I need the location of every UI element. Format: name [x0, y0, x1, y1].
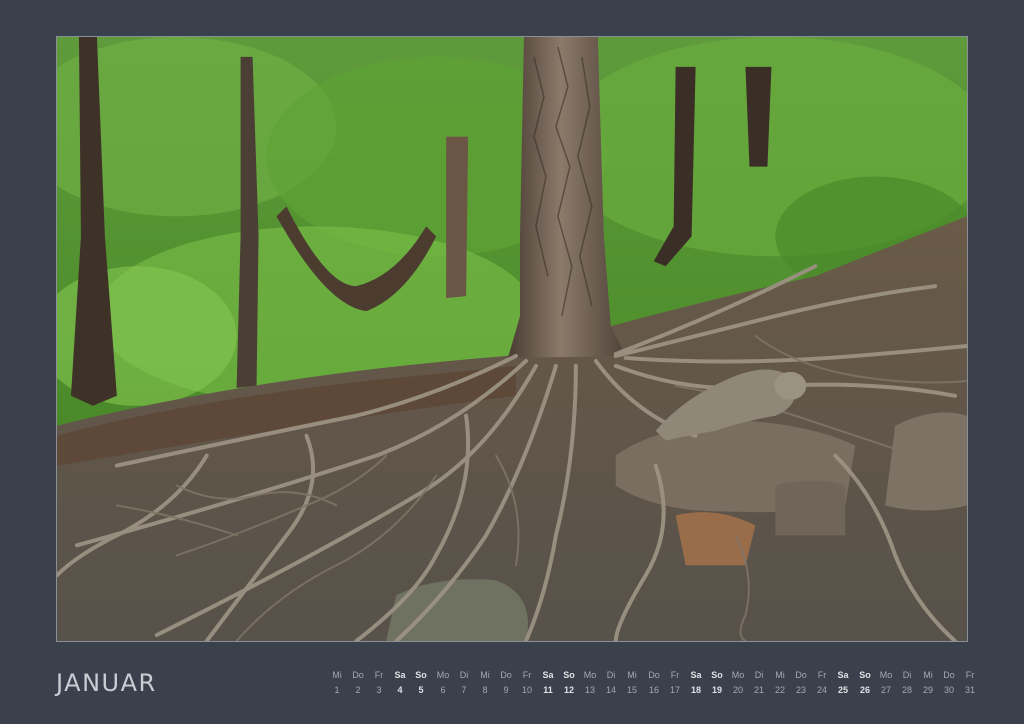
day-number: 28	[901, 685, 912, 695]
day-column: So 26	[855, 668, 875, 697]
day-column: Mo 6	[433, 668, 453, 697]
weekday-label: Mi	[480, 670, 490, 680]
day-column: So 12	[559, 668, 579, 697]
day-number: 30	[943, 685, 954, 695]
day-number: 6	[440, 685, 446, 695]
day-number: 3	[376, 685, 382, 695]
day-number: 19	[711, 685, 722, 695]
forest-roots-photo	[56, 36, 968, 642]
day-number: 18	[690, 685, 701, 695]
day-column: Fr 3	[369, 668, 389, 697]
day-number: 8	[482, 685, 488, 695]
weekday-label: Mi	[775, 670, 785, 680]
day-column: Sa 18	[686, 668, 706, 697]
weekday-label: Di	[902, 670, 912, 680]
day-number: 4	[397, 685, 403, 695]
day-column: Di 14	[601, 668, 621, 697]
day-column: Fr 24	[812, 668, 832, 697]
day-column: Mi 8	[475, 668, 495, 697]
day-column: Mo 20	[728, 668, 748, 697]
weekday-label: Sa	[542, 670, 554, 680]
weekday-label: So	[415, 670, 427, 680]
day-number: 24	[816, 685, 827, 695]
day-column: Sa 25	[833, 668, 853, 697]
month-title: JANUAR	[56, 669, 157, 697]
day-number: 10	[521, 685, 532, 695]
weekday-label: Fr	[522, 670, 532, 680]
day-column: So 19	[707, 668, 727, 697]
weekday-label: Di	[754, 670, 764, 680]
weekday-label: Fr	[817, 670, 827, 680]
day-column: Mi 1	[327, 668, 347, 697]
day-column: Mo 27	[876, 668, 896, 697]
day-column: Fr 31	[960, 668, 980, 697]
day-column: Sa 11	[538, 668, 558, 697]
weekday-label: Mi	[923, 670, 933, 680]
weekday-label: Fr	[670, 670, 680, 680]
day-column: Do 30	[939, 668, 959, 697]
day-column: Mi 15	[622, 668, 642, 697]
weekday-label: Mo	[436, 670, 450, 680]
weekday-label: Fr	[374, 670, 384, 680]
day-column: Sa 4	[390, 668, 410, 697]
day-number: 14	[605, 685, 616, 695]
weekday-label: Sa	[394, 670, 406, 680]
weekday-label: Mo	[879, 670, 893, 680]
weekday-label: Do	[648, 670, 660, 680]
weekday-label: So	[711, 670, 723, 680]
day-column: Fr 17	[665, 668, 685, 697]
day-column: Fr 10	[517, 668, 537, 697]
day-number: 17	[669, 685, 680, 695]
day-number: 23	[795, 685, 806, 695]
day-number: 12	[563, 685, 574, 695]
weekday-label: Mo	[583, 670, 597, 680]
weekday-label: Do	[795, 670, 807, 680]
photo-illustration	[57, 37, 967, 641]
day-column: Do 16	[644, 668, 664, 697]
day-column: Di 28	[897, 668, 917, 697]
weekday-label: Sa	[690, 670, 702, 680]
day-column: Do 23	[791, 668, 811, 697]
weekday-label: Do	[500, 670, 512, 680]
day-number: 1	[334, 685, 340, 695]
day-number: 15	[626, 685, 637, 695]
day-column: Mi 22	[770, 668, 790, 697]
day-column: Di 7	[454, 668, 474, 697]
day-number: 29	[922, 685, 933, 695]
day-number: 20	[732, 685, 743, 695]
day-number: 16	[648, 685, 659, 695]
day-column: Mi 29	[918, 668, 938, 697]
day-number: 5	[418, 685, 424, 695]
weekday-label: Sa	[837, 670, 849, 680]
weekday-label: Di	[459, 670, 469, 680]
day-number: 7	[461, 685, 467, 695]
weekday-label: So	[859, 670, 871, 680]
day-column: Do 9	[496, 668, 516, 697]
weekday-label: Mi	[332, 670, 342, 680]
day-column: Di 21	[749, 668, 769, 697]
weekday-label: Mi	[627, 670, 637, 680]
day-number: 25	[837, 685, 848, 695]
day-number: 2	[355, 685, 361, 695]
day-column: Mo 13	[580, 668, 600, 697]
day-number: 26	[859, 685, 870, 695]
day-number: 11	[543, 685, 553, 695]
day-column: Do 2	[348, 668, 368, 697]
weekday-label: Do	[943, 670, 955, 680]
day-number: 21	[753, 685, 764, 695]
weekday-label: Di	[606, 670, 616, 680]
weekday-label: Do	[352, 670, 364, 680]
weekday-label: So	[563, 670, 575, 680]
day-strip: Mi 1 Do 2 Fr 3 Sa 4 So 5 Mo 6 Di 7 Mi 8 Do 9 Fr 10 Sa 11 So 12 M…	[327, 668, 975, 700]
day-number: 27	[880, 685, 891, 695]
weekday-label: Fr	[965, 670, 975, 680]
weekday-label: Mo	[731, 670, 745, 680]
day-number: 13	[584, 685, 595, 695]
day-number: 31	[964, 685, 975, 695]
day-number: 9	[503, 685, 509, 695]
day-number: 22	[774, 685, 785, 695]
day-column: So 5	[411, 668, 431, 697]
